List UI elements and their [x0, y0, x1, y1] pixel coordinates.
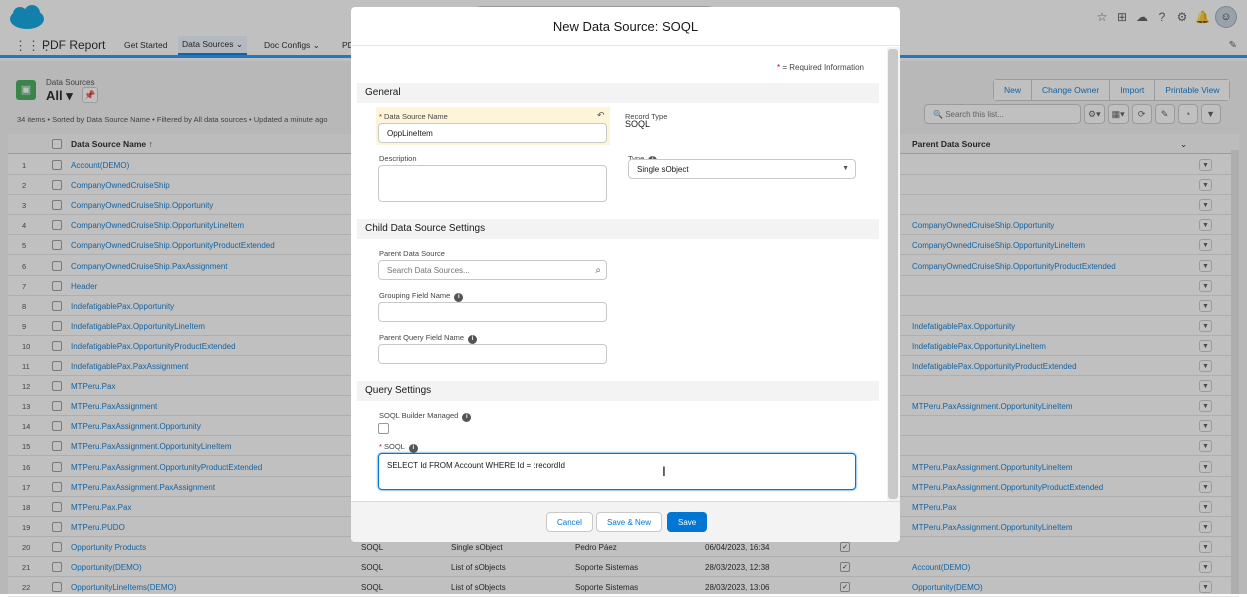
parent-query-field-input[interactable]: [378, 344, 607, 364]
search-icon: ⌕: [595, 265, 601, 276]
caret-down-icon: ▼: [842, 165, 849, 172]
parent-search-placeholder: Search Data Sources...: [387, 266, 470, 275]
type-select[interactable]: Single sObject ▼: [628, 159, 856, 179]
section-general: General: [357, 83, 879, 103]
label-grouping-field: Grouping Field Name i: [379, 291, 464, 302]
new-data-source-modal: New Data Source: SOQL * = Required Infor…: [351, 7, 900, 542]
label-soql-builder-managed: SOQL Builder Managed i: [379, 411, 472, 422]
soql-textarea[interactable]: SELECT Id FROM Account WHERE Id = :recor…: [378, 453, 856, 490]
section-query-settings: Query Settings: [357, 381, 879, 401]
label-soql: * SOQL i: [379, 442, 418, 453]
label-parent-query-field-text: Parent Query Field Name: [379, 333, 465, 342]
info-icon[interactable]: i: [408, 444, 418, 453]
info-icon[interactable]: i: [462, 413, 472, 422]
required-asterisk: *: [379, 442, 382, 451]
cancel-button[interactable]: Cancel: [546, 512, 593, 532]
soql-builder-managed-checkbox[interactable]: [378, 423, 389, 434]
label-parent-data-source: Parent Data Source: [379, 249, 445, 258]
grouping-field-input[interactable]: [378, 302, 607, 322]
required-info-text: = Required Information: [782, 63, 864, 72]
type-select-value: Single sObject: [637, 165, 689, 174]
record-type-value: SOQL: [625, 119, 651, 129]
info-icon[interactable]: i: [468, 335, 478, 344]
label-data-source-name: * Data Source Name: [379, 112, 448, 121]
save-button[interactable]: Save: [667, 512, 708, 532]
label-soql-builder-managed-text: SOQL Builder Managed: [379, 411, 459, 420]
parent-data-source-search-input[interactable]: Search Data Sources... ⌕: [378, 260, 607, 280]
undo-icon[interactable]: ↶: [597, 110, 605, 121]
section-child-settings: Child Data Source Settings: [357, 219, 879, 239]
label-soql-text: SOQL: [384, 442, 405, 451]
modal-title: New Data Source: SOQL: [351, 7, 900, 46]
description-textarea[interactable]: [378, 165, 607, 202]
data-source-name-input[interactable]: OppLineItem: [378, 123, 607, 143]
modal-body: * = Required Information General * Data …: [351, 47, 887, 501]
required-asterisk: *: [777, 63, 781, 72]
text-cursor-icon: I: [662, 463, 666, 479]
save-and-new-button[interactable]: Save & New: [596, 512, 663, 532]
label-data-source-name-text: Data Source Name: [384, 112, 448, 121]
info-icon[interactable]: i: [454, 293, 464, 302]
modal-footer: Cancel Save & New Save: [351, 501, 900, 542]
label-grouping-field-text: Grouping Field Name: [379, 291, 451, 300]
label-description: Description: [379, 154, 417, 163]
required-asterisk: *: [379, 112, 382, 121]
modal-scrollbar-thumb[interactable]: [888, 49, 898, 499]
required-info-note: * = Required Information: [777, 63, 864, 72]
label-parent-query-field: Parent Query Field Name i: [379, 333, 478, 344]
